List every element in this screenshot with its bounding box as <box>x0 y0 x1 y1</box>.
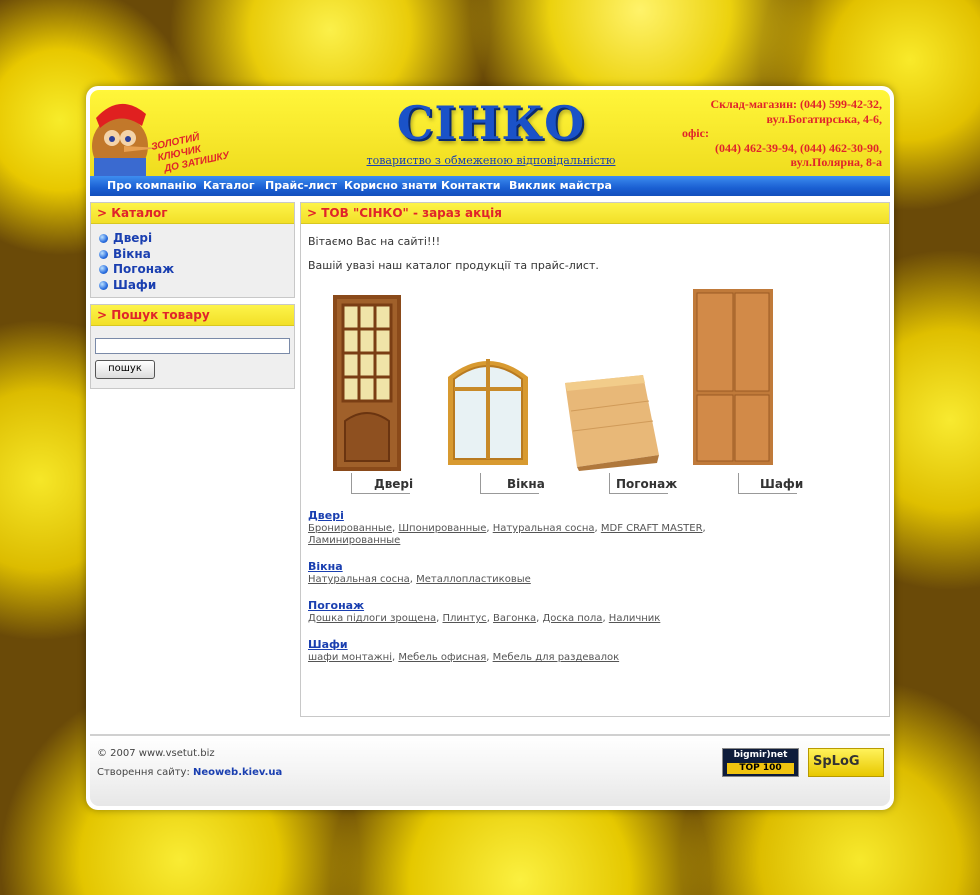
menu-item-contacts[interactable]: Контакти <box>441 179 501 192</box>
category-link[interactable]: Мебель для раздевалок <box>493 652 620 663</box>
door-image[interactable] <box>331 293 403 473</box>
contact-line: (044) 462-39-94, (044) 462-30-90, <box>715 140 882 155</box>
menu-item-call-master[interactable]: Виклик майстра <box>509 179 612 192</box>
category-link[interactable]: Натуральная сосна <box>308 574 410 585</box>
catalog-item-cabinets[interactable]: Шафи <box>99 278 294 294</box>
category-link[interactable]: Доска пола <box>542 613 602 624</box>
splog-counter-badge[interactable]: SpLoG <box>808 748 884 777</box>
catalog-item-windows[interactable]: Вікна <box>99 247 294 263</box>
badge-text: SpLoG <box>813 754 860 769</box>
category-links: шафи монтажні, Мебель офисная, Мебель дл… <box>308 652 620 663</box>
category-title[interactable]: Двері <box>308 509 728 522</box>
search-button[interactable]: пошук <box>95 360 155 379</box>
catalog-item-label: Шафи <box>113 277 157 292</box>
category-link[interactable]: Дошка підлоги зрощена <box>308 613 436 624</box>
category-link[interactable]: MDF CRAFT MASTER <box>601 523 703 534</box>
category-link[interactable]: Вагонка <box>493 613 536 624</box>
page-inner: ЗОЛОТИЙ КЛЮЧИК ДО ЗАТИШКУ СІНКО товарист… <box>90 90 890 806</box>
welcome-text: Вітаємо Вас на сайті!!! <box>308 235 441 248</box>
badge-bottom-text: TOP 100 <box>727 763 794 774</box>
moulding-image[interactable] <box>561 371 661 471</box>
created-link[interactable]: Neoweb.kiev.ua <box>193 767 282 778</box>
search-box: > Пошук товару пошук <box>90 304 295 389</box>
catalog-item-label: Двері <box>113 231 153 245</box>
category-link[interactable]: Ламинированные <box>308 535 400 546</box>
contact-line: Склад-магазин: (044) 599-42-32, <box>710 97 882 111</box>
menu-item-price-list[interactable]: Прайс-лист <box>265 179 337 192</box>
product-label-windows[interactable]: Вікна <box>507 477 545 491</box>
main-content: > ТОВ "СІНКО" - зараз акція Вітаємо Вас … <box>300 202 890 717</box>
contact-line: офіс: <box>682 126 709 140</box>
category-windows: Вікна Натуральная сосна, Металлопластико… <box>308 560 728 586</box>
created-by: Створення сайту: Neoweb.kiev.ua <box>97 767 282 778</box>
cabinet-image[interactable] <box>691 287 775 467</box>
search-input[interactable] <box>95 338 290 354</box>
category-mouldings: Погонаж Дошка підлоги зрощена, Плинтус, … <box>308 599 728 625</box>
site-footer: © 2007 www.vsetut.biz Створення сайту: N… <box>90 734 890 806</box>
category-doors: Двері Бронированные, Шпонированные, Нату… <box>308 509 728 546</box>
catalog-item-label: Погонаж <box>113 262 175 276</box>
catalog-item-doors[interactable]: Двері <box>99 231 294 247</box>
contact-line: вул.Богатирська, 4-6, <box>766 111 882 126</box>
category-link[interactable]: Плинтус <box>442 613 486 624</box>
menu-item-about[interactable]: Про компанію <box>107 179 197 192</box>
logo-title: СІНКО <box>396 96 586 150</box>
window-image[interactable] <box>446 351 530 467</box>
intro-text: Вашій увазі наш каталог продукції та пра… <box>308 259 599 272</box>
category-links: Бронированные, Шпонированные, Натуральна… <box>308 523 706 546</box>
menu-item-catalog[interactable]: Каталог <box>203 179 255 192</box>
catalog-box: > Каталог Двері Вікна Погонаж Шафи <box>90 202 295 298</box>
search-box-title: > Пошук товару <box>91 305 294 326</box>
category-title[interactable]: Шафи <box>308 638 728 651</box>
mascot-logo[interactable]: ЗОЛОТИЙ КЛЮЧИК ДО ЗАТИШКУ <box>90 96 242 176</box>
catalog-list: Двері Вікна Погонаж Шафи <box>91 224 294 297</box>
main-title: > ТОВ "СІНКО" - зараз акція <box>301 203 889 224</box>
catalog-box-title: > Каталог <box>91 203 294 224</box>
site-header: ЗОЛОТИЙ КЛЮЧИК ДО ЗАТИШКУ СІНКО товарист… <box>90 90 890 176</box>
bullet-icon <box>99 265 108 274</box>
contact-line: вул.Полярна, 8-а <box>790 155 883 169</box>
category-link[interactable]: Бронированные <box>308 523 392 534</box>
bullet-icon <box>99 234 108 243</box>
catalog-item-mouldings[interactable]: Погонаж <box>99 262 294 278</box>
product-label-doors[interactable]: Двері <box>374 477 413 491</box>
bigmir-counter-badge[interactable]: bigmir)net TOP 100 <box>722 748 799 777</box>
badge-top-text: bigmir)net <box>733 750 788 760</box>
category-cabinets: Шафи шафи монтажні, Мебель офисная, Мебе… <box>308 638 728 664</box>
bullet-icon <box>99 280 108 290</box>
product-label-mouldings[interactable]: Погонаж <box>616 477 677 491</box>
catalog-item-label: Вікна <box>113 246 151 261</box>
category-link[interactable]: Шпонированные <box>398 523 486 534</box>
category-link[interactable]: Наличник <box>609 613 661 624</box>
bullet-icon <box>99 249 108 259</box>
search-area: пошук <box>91 326 294 388</box>
category-link[interactable]: Мебель офисная <box>398 652 486 663</box>
category-link[interactable]: Металлопластиковые <box>416 574 531 585</box>
product-label-cabinets[interactable]: Шафи <box>760 477 803 491</box>
site-logo[interactable]: СІНКО товариство з обмеженою відповідаль… <box>356 96 626 174</box>
category-links: Натуральная сосна, Металлопластиковые <box>308 574 531 585</box>
category-link[interactable]: Натуральная сосна <box>493 523 595 534</box>
menu-item-useful-info[interactable]: Корисно знати <box>344 179 437 192</box>
copyright: © 2007 www.vsetut.biz <box>97 748 215 759</box>
category-title[interactable]: Вікна <box>308 560 728 573</box>
page-frame: ЗОЛОТИЙ КЛЮЧИК ДО ЗАТИШКУ СІНКО товарист… <box>86 86 894 810</box>
logo-subtitle: товариство з обмеженою відповідальністю <box>366 154 616 167</box>
category-links: Дошка підлоги зрощена, Плинтус, Вагонка,… <box>308 613 661 624</box>
contact-info: Склад-магазин: (044) 599-42-32, вул.Бога… <box>682 97 882 170</box>
sidebar: > Каталог Двері Вікна Погонаж Шафи > Пош… <box>90 202 295 395</box>
category-link[interactable]: шафи монтажні <box>308 652 392 663</box>
created-label: Створення сайту: <box>97 767 190 778</box>
category-title[interactable]: Погонаж <box>308 599 728 612</box>
main-menu: Про компанію Каталог Прайс-лист Корисно … <box>90 176 890 196</box>
